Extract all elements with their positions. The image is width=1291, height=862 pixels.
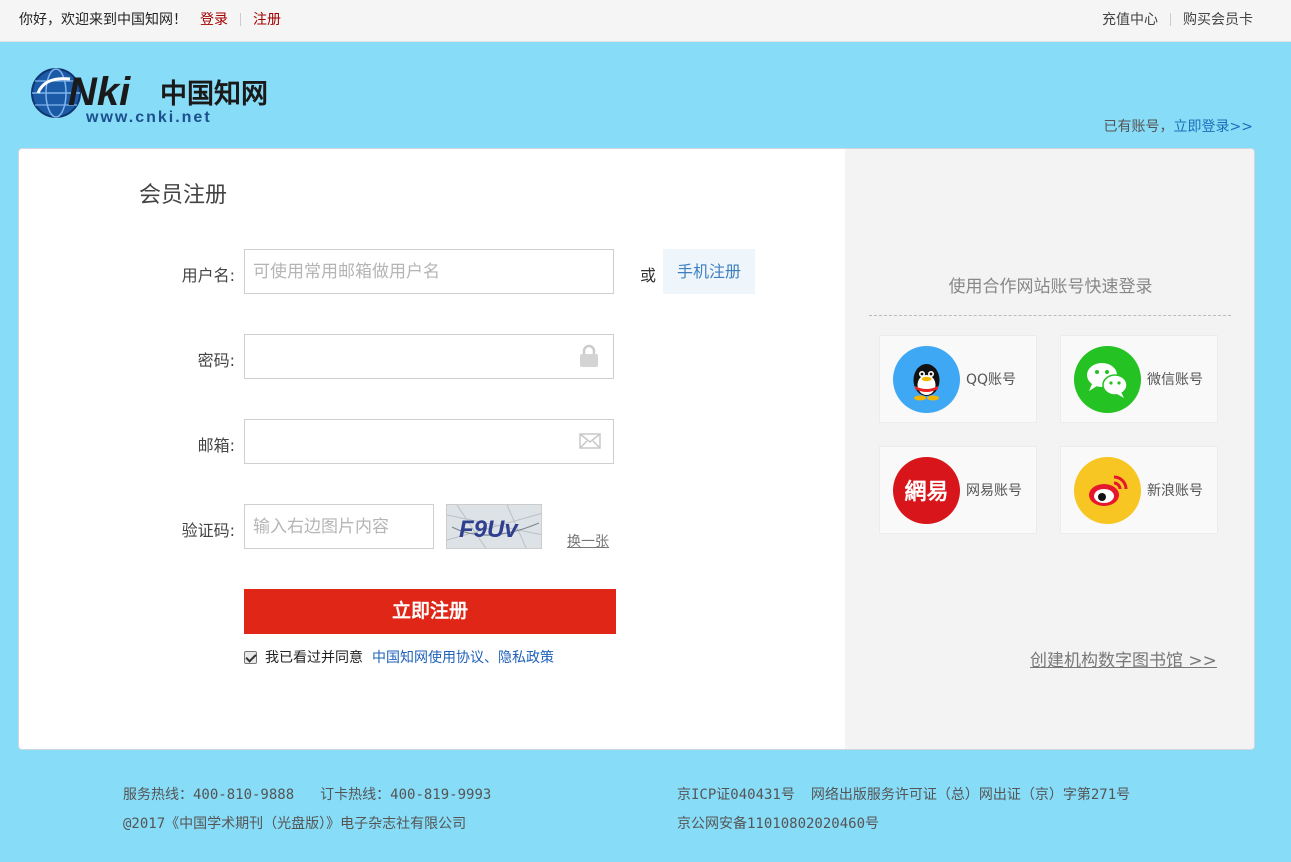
social-label: QQ账号 <box>966 372 1017 388</box>
weibo-icon <box>1074 457 1141 524</box>
icp-license: 京ICP证040431号 <box>677 787 795 803</box>
login-link[interactable]: 登录 <box>200 9 228 29</box>
publishing-license: 网络出版服务许可证（总）网出证（京）字第271号 <box>810 787 1131 803</box>
svg-text:中国知网: 中国知网 <box>160 79 268 110</box>
password-input[interactable] <box>244 334 614 379</box>
buy-card-link[interactable]: 购买会员卡 <box>1183 9 1253 29</box>
username-label: 用户名: <box>181 266 235 285</box>
login-now-link[interactable]: 立即登录>> <box>1174 119 1253 135</box>
username-input[interactable] <box>244 249 614 294</box>
svg-text:www.cnki.net: www.cnki.net <box>85 109 212 126</box>
phone-register-button[interactable]: 手机注册 <box>663 249 755 294</box>
or-text: 或 <box>640 266 657 285</box>
order-hotline: 订卡热线：400-819-9993 <box>320 787 492 803</box>
divider <box>240 12 241 26</box>
service-hotline: 服务热线：400-810-9888 <box>123 787 295 803</box>
captcha-input[interactable] <box>244 504 434 549</box>
top-bar-right: 充值中心 购买会员卡 <box>1102 9 1253 29</box>
have-account-text: 已有账号， <box>1103 119 1174 135</box>
footer-hotlines: 服务热线：400-810-9888 订卡热线：400-819-9993 <box>123 784 517 804</box>
captcha-image[interactable]: F9Uv <box>446 504 542 549</box>
agree-text: 我已看过并同意 <box>265 650 363 666</box>
page-title: 会员注册 <box>139 183 228 208</box>
agree-checkbox[interactable] <box>244 650 257 664</box>
cnki-logo[interactable]: Nki 中国知网 www.cnki.net <box>30 63 280 127</box>
have-account: 已有账号，立即登录>> <box>1104 116 1253 136</box>
svg-text:Nki: Nki <box>68 70 131 114</box>
captcha-text: F9Uv <box>459 516 519 543</box>
svg-text:網易: 網易 <box>904 479 948 505</box>
footer-copyright: @2017《中国学术期刊（光盘版）》电子杂志社有限公司 <box>123 816 467 832</box>
top-bar-left: 你好，欢迎来到中国知网！ 登录 注册 <box>19 9 281 29</box>
register-submit-button[interactable]: 立即注册 <box>244 589 616 634</box>
qq-login-button[interactable]: QQ账号 <box>879 335 1037 423</box>
social-label: 新浪账号 <box>1147 483 1203 499</box>
agreement-link[interactable]: 中国知网使用协议、隐私政策 <box>372 647 554 667</box>
wechat-icon <box>1074 346 1141 413</box>
netease-login-button[interactable]: 網易 网易账号 <box>879 446 1037 534</box>
qq-icon <box>893 346 960 413</box>
captcha-label: 验证码: <box>181 521 235 540</box>
welcome-text: 你好，欢迎来到中国知网！ <box>19 12 187 28</box>
netease-icon: 網易 <box>893 457 960 524</box>
create-library-link[interactable]: 创建机构数字图书馆 >> <box>1030 646 1217 671</box>
password-label: 密码: <box>197 351 235 370</box>
register-card: 会员注册 用户名: 或 手机注册 密码: 邮箱: 验证码: F9Uv 换一张 立… <box>18 148 1255 750</box>
envelope-icon <box>579 433 601 449</box>
divider <box>869 315 1231 316</box>
divider <box>1170 12 1171 26</box>
wechat-login-button[interactable]: 微信账号 <box>1060 335 1218 423</box>
police-record: 京公网安备11010802020460号 <box>677 816 880 832</box>
lock-icon <box>580 344 598 367</box>
top-bar: 你好，欢迎来到中国知网！ 登录 注册 充值中心 购买会员卡 <box>0 0 1291 42</box>
weibo-login-button[interactable]: 新浪账号 <box>1060 446 1218 534</box>
refresh-captcha-link[interactable]: 换一张 <box>567 531 609 551</box>
footer-licenses: 京ICP证040431号 网络出版服务许可证（总）网出证（京）字第271号 <box>677 784 1130 804</box>
email-label: 邮箱: <box>197 436 235 455</box>
email-input[interactable] <box>244 419 614 464</box>
agreement-row: 我已看过并同意 中国知网使用协议、隐私政策 <box>244 647 554 667</box>
register-link[interactable]: 注册 <box>253 9 281 29</box>
recharge-link[interactable]: 充值中心 <box>1102 9 1158 29</box>
social-label: 微信账号 <box>1147 372 1203 388</box>
social-login-title: 使用合作网站账号快速登录 <box>948 277 1153 297</box>
social-label: 网易账号 <box>966 483 1022 499</box>
